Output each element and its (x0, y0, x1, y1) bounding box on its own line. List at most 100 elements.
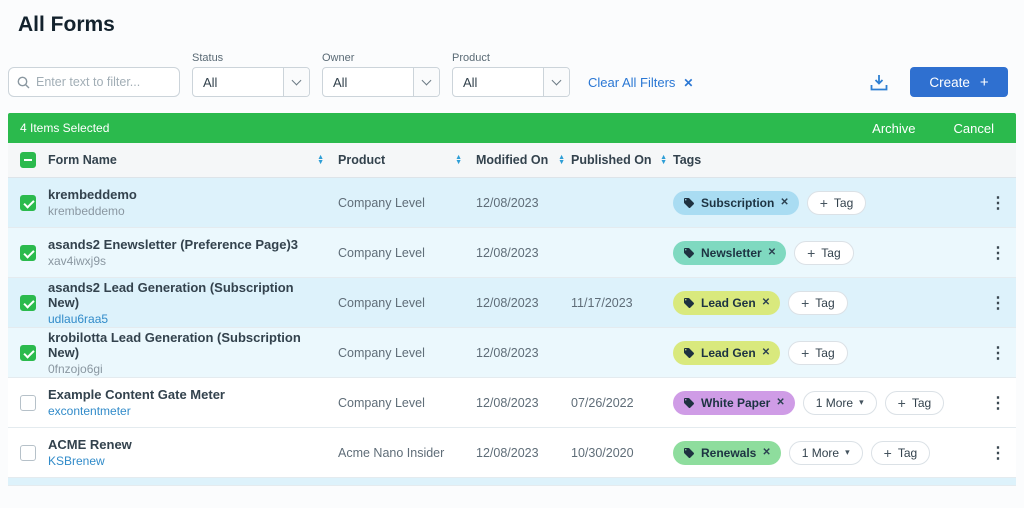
chevron-down-icon (413, 68, 439, 96)
sort-icon[interactable]: ▲▼ (455, 155, 462, 165)
cancel-button[interactable]: Cancel (954, 121, 994, 136)
row-checkbox[interactable] (20, 345, 36, 361)
tag-label: White Paper (701, 396, 770, 410)
table-row[interactable]: krobilotta Lead Generation (Subscription… (8, 328, 1016, 378)
tag-pill: Lead Gen✕ (673, 341, 780, 365)
tag-remove-icon[interactable]: ✕ (780, 197, 788, 208)
product-cell: Company Level (338, 396, 476, 410)
tag-pill: Renewals ✕ (673, 441, 781, 465)
add-tag-button[interactable]: + Tag (871, 441, 931, 465)
tag-remove-icon[interactable]: ✕ (762, 447, 770, 458)
tag-label: Lead Gen (701, 296, 756, 310)
add-tag-button[interactable]: + Tag (885, 391, 945, 415)
modified-on-cell: 12/08/2023 (476, 246, 571, 260)
download-button[interactable] (870, 74, 888, 91)
column-header-published-on[interactable]: Published On ▲▼ (571, 153, 673, 167)
tag-label: Renewals (701, 446, 756, 460)
row-checkbox[interactable] (20, 295, 36, 311)
tag-icon (683, 447, 695, 459)
search-box[interactable] (8, 67, 180, 97)
close-icon[interactable]: ✕ (683, 76, 693, 90)
add-tag-button[interactable]: +Tag (807, 191, 867, 215)
more-tags-button[interactable]: 1 More▾ (803, 391, 877, 415)
form-name: Example Content Gate Meter (48, 387, 225, 402)
form-subtext: xav4iwxj9s (48, 254, 298, 268)
tags-cell: White Paper ✕ 1 More▾ + Tag (673, 391, 980, 415)
add-tag-label: Tag (815, 346, 834, 360)
product-cell: Company Level (338, 346, 476, 360)
product-filter-value: All (453, 75, 543, 90)
row-checkbox[interactable] (20, 395, 36, 411)
form-subtext: 0fnzojo6gi (48, 362, 324, 376)
column-header-tags: Tags (673, 153, 980, 167)
tags-cell: Renewals ✕ 1 More▾ + Tag (673, 441, 980, 465)
column-header-modified-on[interactable]: Modified On ▲▼ (476, 153, 571, 167)
modified-on-cell: 12/08/2023 (476, 296, 571, 310)
tag-remove-icon[interactable]: ✕ (762, 347, 770, 358)
tag-remove-icon[interactable]: ✕ (762, 297, 770, 308)
tag-icon (683, 247, 695, 259)
add-tag-button[interactable]: +Tag (788, 341, 848, 365)
row-menu-button[interactable]: ⋮ (990, 193, 1006, 213)
clear-all-filters-label: Clear All Filters (588, 75, 675, 90)
archive-button[interactable]: Archive (872, 121, 915, 136)
table-row[interactable]: ACME RenewKSBrenewAcme Nano Insider12/08… (8, 428, 1016, 478)
row-menu-button[interactable]: ⋮ (990, 443, 1006, 463)
chevron-down-icon (543, 68, 569, 96)
tags-cell: Subscription✕ +Tag (673, 191, 980, 215)
row-checkbox[interactable] (20, 445, 36, 461)
add-tag-button[interactable]: +Tag (788, 291, 848, 315)
tag-icon (683, 397, 695, 409)
more-tags-label: 1 More (802, 446, 839, 460)
status-filter-dropdown[interactable]: All (192, 67, 310, 97)
add-tag-label: Tag (898, 446, 917, 460)
form-subtext[interactable]: excontentmeter (48, 404, 225, 418)
tags-cell: Newsletter✕ + Tag (673, 241, 980, 265)
product-filter-label: Product (452, 52, 570, 64)
tag-icon (683, 197, 695, 209)
row-checkbox[interactable] (20, 245, 36, 261)
search-input[interactable] (36, 75, 171, 89)
sort-icon[interactable]: ▲▼ (317, 155, 324, 165)
row-checkbox[interactable] (20, 195, 36, 211)
owner-filter-dropdown[interactable]: All (322, 67, 440, 97)
selection-count-label: 4 Items Selected (8, 121, 109, 135)
plus-icon: + (980, 74, 989, 91)
row-menu-button[interactable]: ⋮ (990, 293, 1006, 313)
table-row[interactable]: Example Content Gate Meter excontentmeter… (8, 378, 1016, 428)
row-menu-button[interactable]: ⋮ (990, 243, 1006, 263)
row-menu-button[interactable]: ⋮ (990, 393, 1006, 413)
form-subtext[interactable]: KSBrenew (48, 454, 132, 468)
create-button[interactable]: Create + (910, 67, 1008, 97)
product-filter-dropdown[interactable]: All (452, 67, 570, 97)
plus-icon: + (807, 245, 815, 261)
select-all-checkbox[interactable] (20, 152, 36, 168)
clear-all-filters-link[interactable]: Clear All Filters ✕ (588, 75, 693, 90)
plus-icon: + (898, 395, 906, 411)
tags-cell: Lead Gen✕ +Tag (673, 341, 980, 365)
add-tag-label: Tag (834, 196, 853, 210)
add-tag-label: Tag (821, 246, 840, 260)
sort-icon[interactable]: ▲▼ (660, 155, 667, 165)
product-cell: Company Level (338, 196, 476, 210)
tag-pill: Subscription✕ (673, 191, 799, 215)
column-header-product[interactable]: Product ▲▼ (338, 153, 476, 167)
row-menu-button[interactable]: ⋮ (990, 343, 1006, 363)
more-tags-button[interactable]: 1 More▾ (789, 441, 863, 465)
plus-icon: + (884, 445, 892, 461)
table-row[interactable]: asands2 Lead Generation (Subscription Ne… (8, 278, 1016, 328)
tag-pill: Newsletter✕ (673, 241, 786, 265)
add-tag-button[interactable]: + Tag (794, 241, 854, 265)
sort-icon[interactable]: ▲▼ (558, 155, 565, 165)
column-header-form-name[interactable]: Form Name ▲▼ (48, 153, 338, 167)
tag-icon (683, 297, 695, 309)
add-tag-label: Tag (912, 396, 931, 410)
form-name: asands2 Lead Generation (Subscription Ne… (48, 280, 324, 310)
form-subtext[interactable]: udlau6raa5 (48, 312, 324, 326)
table-row[interactable]: asands2 Enewsletter (Preference Page)3xa… (8, 228, 1016, 278)
tag-remove-icon[interactable]: ✕ (776, 397, 784, 408)
owner-filter-label: Owner (322, 52, 440, 64)
table-row[interactable]: krembeddemokrembeddemoCompany Level12/08… (8, 178, 1016, 228)
next-row-partial (8, 478, 1016, 486)
tag-remove-icon[interactable]: ✕ (768, 247, 776, 258)
